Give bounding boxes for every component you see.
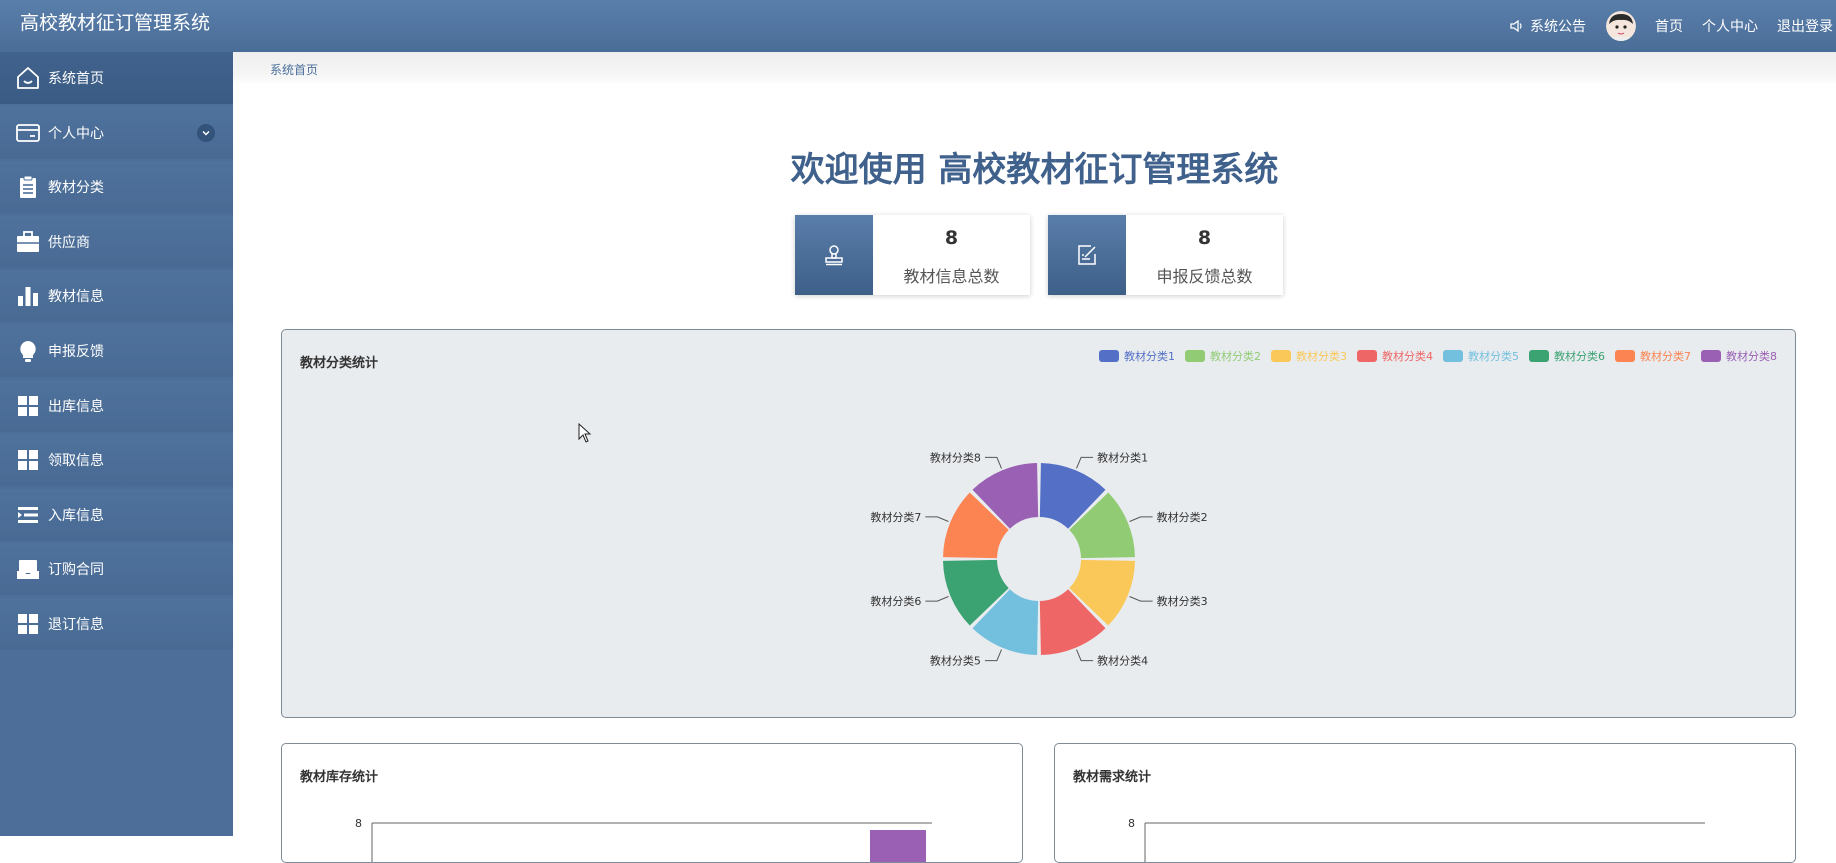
sidebar-item-home[interactable]: 系统首页	[0, 52, 233, 104]
sidebar-item-label: 申报反馈	[48, 343, 104, 360]
pie-label-line	[1129, 596, 1153, 602]
sidebar-item-feedback[interactable]: 申报反馈	[0, 324, 233, 377]
edit-note-icon	[1048, 215, 1126, 295]
chevron-down-icon[interactable]	[197, 123, 215, 142]
stock-chart-panel: 教材库存统计 8	[281, 743, 1023, 863]
breadcrumb[interactable]: 系统首页	[270, 61, 318, 78]
sidebar: 系统首页 个人中心 教材分类 供应商 教材信息 申报反馈 出库信息 领取信息 入…	[0, 52, 233, 836]
wallet-icon	[14, 119, 42, 147]
inbox-icon	[14, 555, 42, 583]
sidebar-item-label: 订购合同	[48, 562, 104, 579]
grid-icon	[14, 610, 42, 638]
sidebar-item-label: 个人中心	[48, 125, 104, 142]
nav-logout[interactable]: 退出登录	[1777, 16, 1833, 36]
sidebar-item-refund[interactable]: 退订信息	[0, 597, 233, 650]
sidebar-item-label: 供应商	[48, 234, 90, 251]
y-tick-label: 8	[355, 817, 362, 830]
pie-label-line	[984, 649, 1002, 662]
top-header: 高校教材征订管理系统 系统公告 首页 个人中心 退出登录	[0, 0, 1836, 52]
pie-label-line	[1076, 649, 1094, 662]
sidebar-item-supplier[interactable]: 供应商	[0, 215, 233, 268]
briefcase-icon	[14, 228, 42, 256]
indent-icon	[14, 501, 42, 529]
pie-label: 教材分类3	[1157, 594, 1208, 608]
demand-bar-chart: 8	[1128, 817, 1705, 862]
pie-label: 教材分类4	[1097, 654, 1148, 668]
pie-label: 教材分类7	[870, 510, 921, 524]
stat-label: 申报反馈总数	[1156, 267, 1253, 286]
pie-label-line	[925, 596, 949, 602]
sidebar-item-label: 退订信息	[48, 616, 104, 633]
lightbulb-icon	[14, 337, 42, 365]
clipboard-icon	[14, 173, 42, 201]
pie-label: 教材分类5	[930, 654, 981, 668]
nav-profile[interactable]: 个人中心	[1702, 16, 1758, 36]
grid-icon	[14, 446, 42, 474]
sidebar-item-contract[interactable]: 订购合同	[0, 543, 233, 596]
avatar[interactable]	[1606, 11, 1636, 41]
notice-link[interactable]: 系统公告	[1510, 16, 1586, 36]
sidebar-item-textbook-info[interactable]: 教材信息	[0, 270, 233, 323]
bar-mark	[870, 830, 926, 862]
page-title: 欢迎使用 高校教材征订管理系统	[790, 150, 1279, 190]
pie-label-line	[1076, 456, 1094, 469]
pie-label: 教材分类1	[1097, 450, 1148, 464]
sidebar-item-outbound[interactable]: 出库信息	[0, 379, 233, 432]
bar-chart-icon	[14, 282, 42, 310]
pie-chart-panel: 教材分类统计 教材分类1 教材分类2 教材分类3 教材分类4 教材分类5 教材分类6 教材分…	[281, 329, 1796, 718]
stock-bar-chart: 8	[355, 817, 932, 862]
stat-value: 8	[1197, 227, 1212, 249]
demand-chart-panel: 教材需求统计 8	[1054, 743, 1796, 863]
sidebar-item-label: 系统首页	[48, 71, 104, 87]
app-title: 高校教材征订管理系统	[20, 12, 211, 34]
sidebar-item-label: 教材信息	[48, 289, 104, 306]
sidebar-item-label: 领取信息	[48, 453, 104, 470]
sidebar-item-category[interactable]: 教材分类	[0, 161, 233, 214]
stat-value: 8	[944, 227, 959, 249]
top-nav: 系统公告 首页 个人中心 退出登录	[1510, 0, 1833, 52]
nav-home[interactable]: 首页	[1655, 16, 1683, 36]
y-tick-label: 8	[1128, 817, 1135, 830]
stat-card-feedback: 8 申报反馈总数	[1048, 215, 1283, 295]
stamp-icon	[795, 215, 873, 295]
pie-chart: 教材分类1 教材分类2 教材分类3 教材分类4 教材分类5 教材分类6 教材分类7 教材分类8	[870, 450, 1208, 668]
mouse-cursor-icon	[578, 423, 592, 443]
pie-label: 教材分类6	[870, 594, 921, 608]
pie-label-line	[984, 456, 1002, 469]
sidebar-item-profile[interactable]: 个人中心	[0, 106, 233, 159]
sidebar-item-label: 入库信息	[48, 507, 104, 524]
sidebar-item-pickup[interactable]: 领取信息	[0, 434, 233, 487]
sidebar-item-label: 教材分类	[48, 180, 104, 197]
sidebar-item-inbound[interactable]: 入库信息	[0, 488, 233, 541]
speaker-icon	[1510, 19, 1522, 33]
grid-icon	[14, 392, 42, 420]
sidebar-item-label: 出库信息	[48, 398, 104, 415]
pie-label: 教材分类8	[930, 450, 981, 464]
notice-label: 系统公告	[1530, 19, 1586, 35]
home-icon	[14, 64, 42, 92]
stat-label: 教材信息总数	[903, 267, 1000, 286]
breadcrumb-bar: 系统首页	[233, 52, 1836, 86]
stat-card-textbooks: 8 教材信息总数	[795, 215, 1030, 295]
pie-label: 教材分类2	[1157, 510, 1208, 524]
pie-label-line	[925, 516, 949, 522]
pie-label-line	[1129, 516, 1153, 522]
